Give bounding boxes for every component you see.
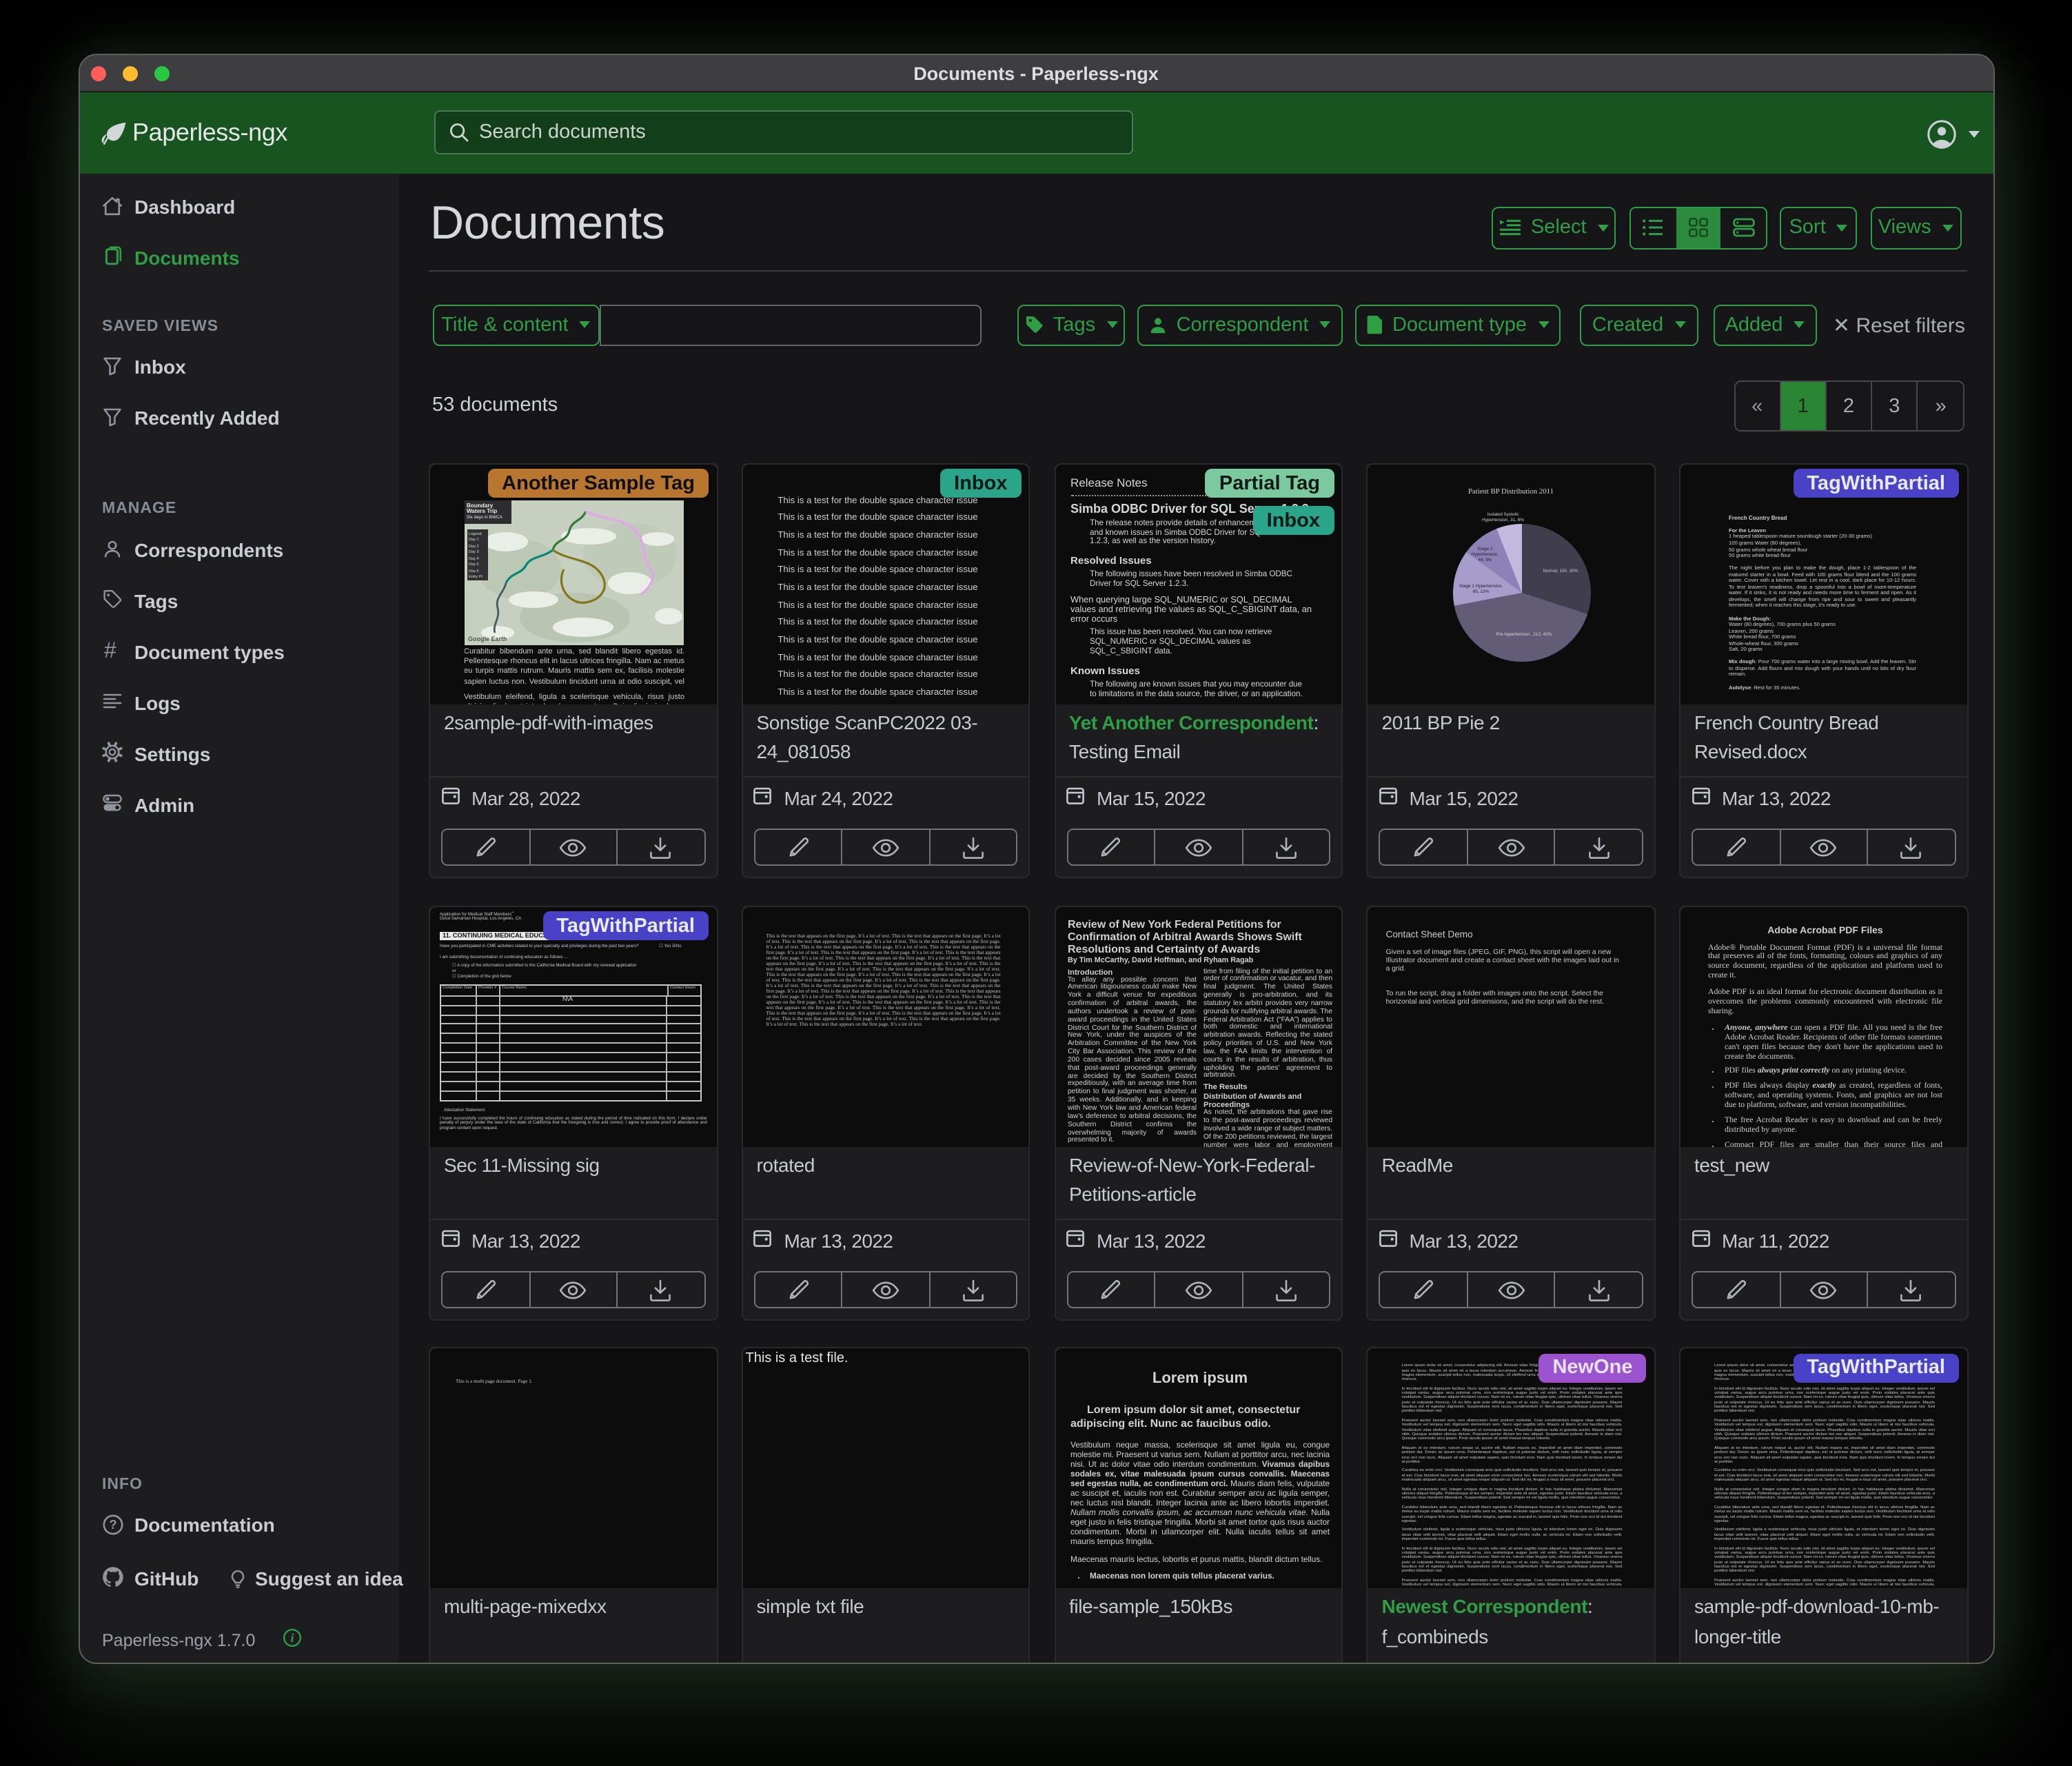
svg-text:i: i	[290, 1630, 294, 1644]
svg-text:?: ?	[109, 1517, 116, 1531]
